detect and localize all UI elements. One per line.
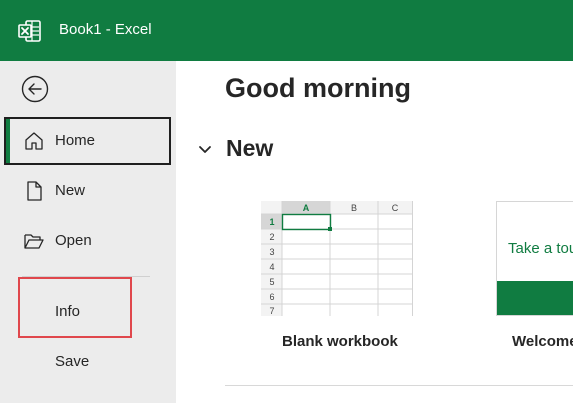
sidebar-item-label: New	[55, 182, 86, 199]
welcome-template-thumbnail[interactable]: Take a tou	[496, 201, 573, 316]
sidebar-item-open[interactable]: Open	[4, 217, 171, 265]
row-header: 6	[269, 292, 274, 302]
blank-workbook-thumbnail[interactable]: A B C 1 2 3 4 5 6 7	[261, 201, 413, 316]
section-title-new: New	[226, 135, 274, 161]
row-header: 7	[269, 306, 274, 316]
column-header: C	[392, 203, 399, 213]
sidebar-item-new[interactable]: New	[4, 167, 171, 215]
column-header: B	[351, 203, 357, 213]
window-title: Book1 - Excel	[59, 21, 152, 38]
new-document-icon	[27, 181, 42, 201]
page-title: Good morning	[225, 73, 411, 103]
template-label-blank: Blank workbook	[282, 333, 398, 350]
row-header: 4	[269, 262, 274, 272]
sidebar-item-home[interactable]: Home	[4, 117, 171, 165]
folder-open-icon	[24, 234, 44, 249]
row-header: 1	[269, 217, 274, 227]
backstage-main: Good morning New A B C 1 2 3 4 5 6 7 Bla…	[176, 61, 573, 403]
column-header: A	[303, 203, 310, 213]
sidebar-item-save[interactable]: Save	[4, 345, 171, 381]
row-header: 3	[269, 247, 274, 257]
sidebar-item-label: Info	[55, 303, 81, 320]
excel-logo-icon	[18, 20, 41, 42]
sidebar-item-info[interactable]: Info	[18, 277, 132, 338]
welcome-preview-band	[497, 281, 573, 315]
home-icon	[25, 132, 43, 150]
back-arrow-icon[interactable]	[21, 75, 49, 103]
selected-indicator	[6, 119, 10, 163]
title-bar: Book1 - Excel	[0, 0, 573, 61]
row-header: 5	[269, 277, 274, 287]
template-label-welcome: Welcome	[512, 333, 573, 350]
backstage-sidebar: Home New Open Info Save	[0, 61, 176, 403]
sidebar-item-label: Home	[55, 132, 96, 149]
sidebar-item-label: Open	[55, 232, 92, 249]
sidebar-item-label: Save	[55, 353, 90, 370]
row-header: 2	[269, 232, 274, 242]
chevron-down-icon[interactable]	[196, 141, 214, 159]
welcome-preview-text: Take a tou	[508, 240, 573, 257]
section-divider	[225, 385, 573, 386]
